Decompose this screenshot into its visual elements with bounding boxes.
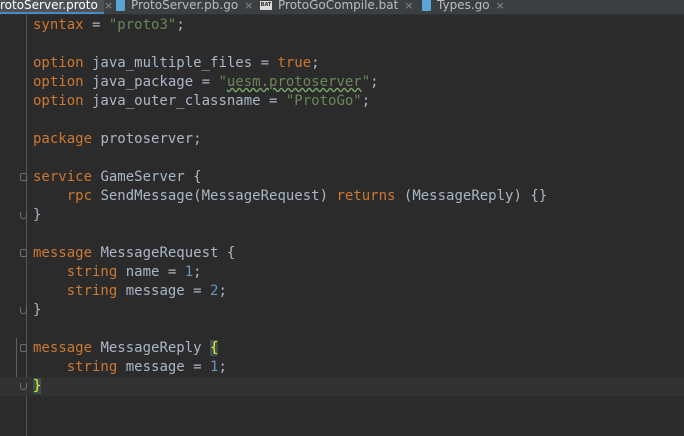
fold-end-icon[interactable] bbox=[20, 212, 27, 219]
code-line[interactable]: syntax = "proto3"; bbox=[0, 16, 684, 35]
close-icon[interactable]: × bbox=[404, 0, 413, 12]
fold-toggle-icon[interactable] bbox=[20, 249, 27, 257]
code-line[interactable]: service GameServer { bbox=[0, 168, 684, 187]
code-line[interactable]: string name = 1; bbox=[0, 263, 684, 282]
fold-toggle-icon[interactable] bbox=[20, 173, 27, 181]
code-line[interactable]: string message = 2; bbox=[0, 282, 684, 301]
tab-types-go[interactable]: Types.go × bbox=[422, 0, 514, 14]
code-line[interactable]: message MessageReply { bbox=[0, 339, 684, 358]
close-icon[interactable]: × bbox=[104, 0, 113, 12]
fold-end-icon[interactable] bbox=[20, 307, 27, 314]
code-line[interactable]: message MessageRequest { bbox=[0, 244, 684, 263]
code-line-current[interactable]: } bbox=[0, 377, 684, 396]
bat-file-icon: BAT bbox=[260, 1, 272, 10]
go-file-icon bbox=[422, 0, 431, 11]
tab-label: Types.go bbox=[437, 0, 490, 12]
tab-protoserver-proto[interactable]: rotoServer.proto × bbox=[0, 0, 113, 14]
code-editor[interactable]: syntax = "proto3"; option java_multiple_… bbox=[0, 15, 684, 436]
code-line[interactable]: option java_package = "uesm.protoserver"… bbox=[0, 73, 684, 92]
tab-protoserver-pb-go[interactable]: ProtoServer.pb.go × bbox=[116, 0, 253, 14]
code-line[interactable]: option java_outer_classname = "ProtoGo"; bbox=[0, 92, 684, 111]
go-file-icon bbox=[116, 0, 125, 11]
code-line[interactable]: } bbox=[0, 301, 684, 320]
editor-tab-bar: rotoServer.proto × ProtoServer.pb.go × BAT… bbox=[0, 0, 684, 15]
code-line[interactable]: } bbox=[0, 206, 684, 225]
fold-toggle-icon[interactable] bbox=[20, 344, 27, 352]
tab-label: rotoServer.proto bbox=[0, 0, 98, 12]
tab-protogocompile-bat[interactable]: BAT ProtoGoCompile.bat × bbox=[260, 0, 414, 14]
tab-label: ProtoServer.pb.go bbox=[131, 0, 239, 12]
code-line[interactable]: string message = 1; bbox=[0, 358, 684, 377]
code-line[interactable]: rpc SendMessage(MessageRequest) returns … bbox=[0, 187, 684, 206]
close-icon[interactable]: × bbox=[496, 0, 505, 12]
tab-label: ProtoGoCompile.bat bbox=[278, 0, 399, 12]
code-line[interactable]: option java_multiple_files = true; bbox=[0, 54, 684, 73]
fold-end-icon[interactable] bbox=[20, 383, 27, 390]
close-icon[interactable]: × bbox=[244, 0, 253, 12]
code-line[interactable]: package protoserver; bbox=[0, 130, 684, 149]
